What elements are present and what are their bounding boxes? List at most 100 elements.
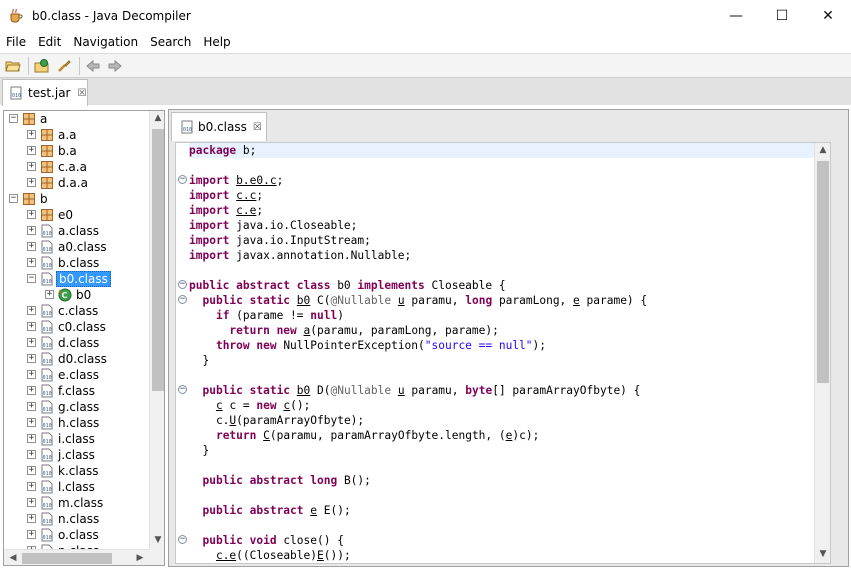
link-token[interactable]: b0 xyxy=(297,294,310,307)
tree-item[interactable]: +010 j.class xyxy=(4,447,149,463)
link-token[interactable]: c.e xyxy=(236,204,256,217)
tree-item[interactable]: + b.a xyxy=(4,143,149,159)
tree-item[interactable]: +010 o.class xyxy=(4,527,149,543)
collapse-icon[interactable]: − xyxy=(9,114,18,123)
tree-item[interactable]: +010 c0.class xyxy=(4,319,149,335)
fold-toggle-icon[interactable]: − xyxy=(178,280,187,289)
minimize-button[interactable]: — xyxy=(713,0,759,32)
menu-file[interactable]: File xyxy=(0,32,32,52)
tree-item[interactable]: +010 a0.class xyxy=(4,239,149,255)
fold-toggle-icon[interactable]: − xyxy=(178,535,187,544)
fold-toggle-icon[interactable]: − xyxy=(178,385,187,394)
tree-item[interactable]: +010 m.class xyxy=(4,495,149,511)
fold-toggle-icon[interactable]: − xyxy=(178,175,187,184)
expand-icon[interactable]: + xyxy=(27,386,36,395)
expand-icon[interactable]: + xyxy=(27,418,36,427)
link-token[interactable]: E xyxy=(317,549,324,562)
tree-item[interactable]: +010 a.class xyxy=(4,223,149,239)
editor-scroll-thumb[interactable] xyxy=(817,161,829,383)
tree-item[interactable]: + d.a.a xyxy=(4,175,149,191)
expand-icon[interactable]: + xyxy=(27,482,36,491)
tab-test-jar[interactable]: 010 test.jar ☒ xyxy=(2,79,88,106)
expand-icon[interactable]: + xyxy=(27,242,36,251)
menu-navigation[interactable]: Navigation xyxy=(67,32,144,52)
tree-item[interactable]: +010 d.class xyxy=(4,335,149,351)
expand-icon[interactable]: + xyxy=(27,178,36,187)
close-tab-icon[interactable]: ☒ xyxy=(77,88,86,99)
back-button[interactable] xyxy=(83,56,103,76)
expand-icon[interactable]: + xyxy=(27,514,36,523)
scroll-down-icon[interactable]: ▼ xyxy=(816,549,830,559)
expand-icon[interactable]: + xyxy=(27,258,36,267)
tree-item[interactable]: +010 n.class xyxy=(4,511,149,527)
search-button[interactable] xyxy=(54,56,74,76)
scroll-up-icon[interactable]: ▲ xyxy=(151,113,164,123)
link-token[interactable]: c xyxy=(216,399,223,412)
tree-item[interactable]: + c.a.a xyxy=(4,159,149,175)
link-token[interactable]: u xyxy=(398,384,405,397)
tab-b0-class[interactable]: 010 b0.class ☒ xyxy=(171,112,267,141)
expand-icon[interactable]: + xyxy=(27,402,36,411)
close-tab-icon[interactable]: ☒ xyxy=(253,122,262,133)
link-token[interactable]: b.e0.c xyxy=(236,174,276,187)
collapse-icon[interactable]: − xyxy=(27,274,36,283)
menu-edit[interactable]: Edit xyxy=(32,32,67,52)
scroll-down-icon[interactable]: ▼ xyxy=(151,535,164,545)
tree-item[interactable]: − 010 b0.class xyxy=(4,271,149,287)
link-token[interactable]: b0 xyxy=(297,384,310,397)
expand-icon[interactable]: + xyxy=(27,370,36,379)
forward-button[interactable] xyxy=(105,56,125,76)
scroll-left-icon[interactable]: ◀ xyxy=(6,553,20,563)
tree-item[interactable]: +010 b.class xyxy=(4,255,149,271)
close-button[interactable]: ✕ xyxy=(805,0,851,32)
tree-item[interactable]: +010 i.class xyxy=(4,431,149,447)
open-type-button[interactable] xyxy=(32,56,52,76)
editor-vertical-scrollbar[interactable]: ▲ ▼ xyxy=(814,143,830,563)
link-token[interactable]: e xyxy=(573,294,580,307)
tree-vertical-scrollbar[interactable]: ▲ ▼ xyxy=(149,111,164,549)
tree-item[interactable]: + e0 xyxy=(4,207,149,223)
tree-item[interactable]: +010 l.class xyxy=(4,479,149,495)
tree-item[interactable]: − a xyxy=(4,111,149,127)
expand-icon[interactable]: + xyxy=(27,530,36,539)
scroll-right-icon[interactable]: ▶ xyxy=(133,553,147,563)
link-token[interactable]: c.c xyxy=(236,189,256,202)
expand-icon[interactable]: + xyxy=(45,290,54,299)
tree-item[interactable]: +010 h.class xyxy=(4,415,149,431)
menu-search[interactable]: Search xyxy=(144,32,197,52)
expand-icon[interactable]: + xyxy=(27,162,36,171)
tree-item[interactable]: + a.a xyxy=(4,127,149,143)
menu-help[interactable]: Help xyxy=(197,32,236,52)
tree-item[interactable]: + C A b0 xyxy=(4,287,149,303)
link-token[interactable]: C xyxy=(263,429,270,442)
tree-item[interactable]: +010 d0.class xyxy=(4,351,149,367)
tree-item[interactable]: +010 k.class xyxy=(4,463,149,479)
tree-item[interactable]: +010 f.class xyxy=(4,383,149,399)
expand-icon[interactable]: + xyxy=(27,226,36,235)
expand-icon[interactable]: + xyxy=(27,338,36,347)
tree-horizontal-scrollbar[interactable]: ◀ ▶ xyxy=(4,549,149,565)
expand-icon[interactable]: + xyxy=(27,450,36,459)
maximize-button[interactable]: ☐ xyxy=(759,0,805,32)
expand-icon[interactable]: + xyxy=(27,434,36,443)
expand-icon[interactable]: + xyxy=(27,130,36,139)
link-token[interactable]: c.e xyxy=(216,549,236,562)
expand-icon[interactable]: + xyxy=(27,466,36,475)
tree-scroll-thumb[interactable] xyxy=(152,129,164,391)
expand-icon[interactable]: + xyxy=(27,210,36,219)
tree-item[interactable]: +010 e.class xyxy=(4,367,149,383)
expand-icon[interactable]: + xyxy=(27,322,36,331)
expand-icon[interactable]: + xyxy=(27,146,36,155)
tree-item[interactable]: +010 g.class xyxy=(4,399,149,415)
tree-item[interactable]: +010 c.class xyxy=(4,303,149,319)
open-file-button[interactable] xyxy=(3,56,23,76)
scroll-up-icon[interactable]: ▲ xyxy=(816,145,830,155)
expand-icon[interactable]: + xyxy=(27,354,36,363)
collapse-icon[interactable]: − xyxy=(9,194,18,203)
expand-icon[interactable]: + xyxy=(27,306,36,315)
tree-hscroll-thumb[interactable] xyxy=(22,553,112,564)
tree-item[interactable]: − b xyxy=(4,191,149,207)
link-token[interactable]: u xyxy=(398,294,405,307)
code-editor[interactable]: package b; − import b.e0.c; import c.c; imp… xyxy=(175,142,831,564)
fold-toggle-icon[interactable]: − xyxy=(178,295,187,304)
